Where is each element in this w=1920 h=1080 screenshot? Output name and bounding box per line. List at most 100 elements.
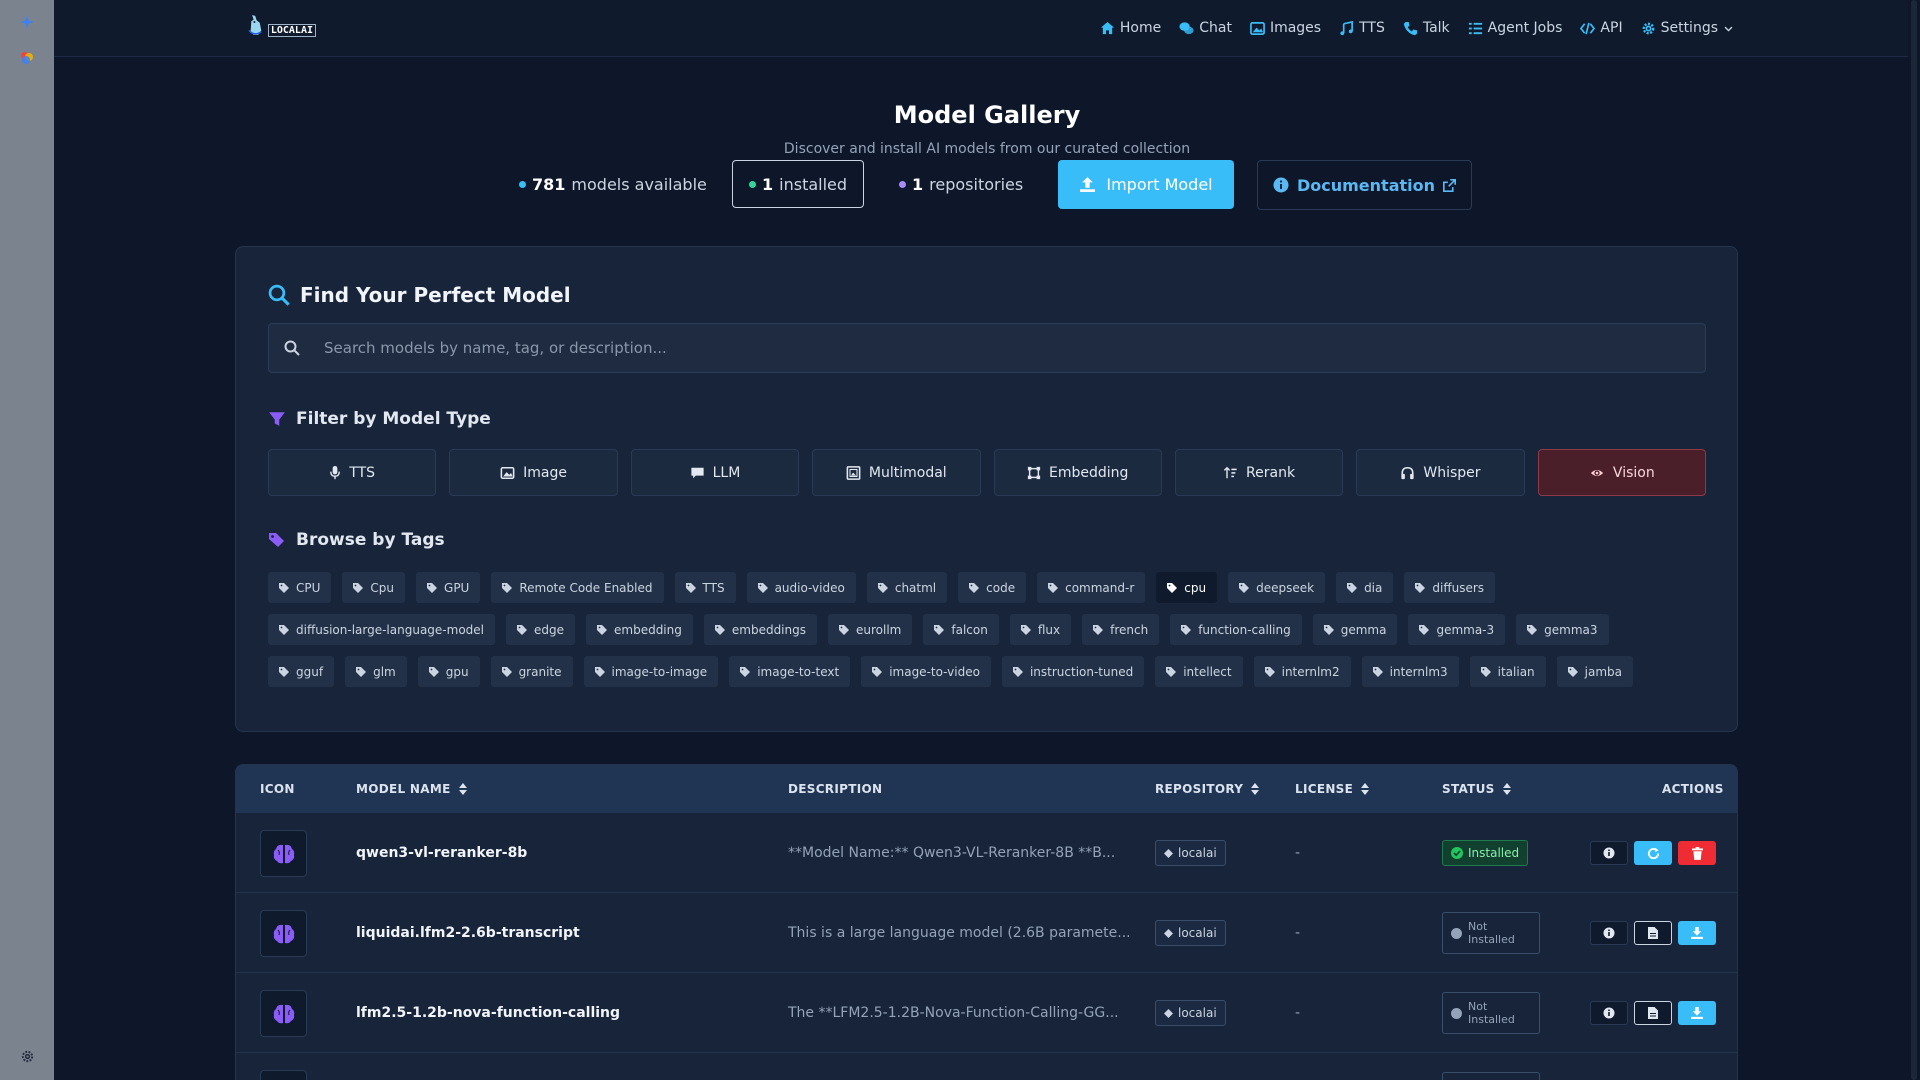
tag-item[interactable]: internlm2 bbox=[1253, 656, 1351, 687]
tag-item[interactable]: GPU bbox=[416, 572, 481, 603]
scrollbar-thumb[interactable] bbox=[1911, 0, 1917, 1080]
filter-image[interactable]: Image bbox=[449, 449, 618, 496]
tag-item[interactable]: diffusion-large-language-model bbox=[268, 614, 495, 645]
filter-vision[interactable]: Vision bbox=[1537, 449, 1706, 496]
nav-tts[interactable]: TTS bbox=[1339, 20, 1385, 36]
tag-item[interactable]: gemma3 bbox=[1516, 614, 1609, 645]
tag-item[interactable]: embedding bbox=[586, 614, 693, 645]
nav-tts-label: TTS bbox=[1359, 20, 1385, 36]
tag-item[interactable]: jamba bbox=[1556, 656, 1634, 687]
tag-item[interactable]: gemma-3 bbox=[1408, 614, 1506, 645]
tag-label: GPU bbox=[444, 580, 470, 595]
model-name[interactable]: qwen3-vl-reranker-8b bbox=[356, 845, 527, 861]
tag-label: gemma bbox=[1340, 622, 1387, 637]
tag-item[interactable]: deepseek bbox=[1228, 572, 1326, 603]
tag-item[interactable]: french bbox=[1082, 614, 1160, 645]
nav-talk[interactable]: Talk bbox=[1403, 20, 1450, 36]
filter-whisper[interactable]: Whisper bbox=[1356, 449, 1525, 496]
tag-item[interactable]: glm bbox=[345, 656, 407, 687]
nav-settings[interactable]: Settings bbox=[1641, 20, 1734, 36]
tag-item[interactable]: function-calling bbox=[1170, 614, 1302, 645]
tag-item[interactable]: TTS bbox=[674, 572, 736, 603]
tag-item[interactable]: image-to-video bbox=[861, 656, 991, 687]
tag-item[interactable]: gpu bbox=[417, 656, 480, 687]
tag-item[interactable]: image-to-image bbox=[583, 656, 719, 687]
tag-item[interactable]: Cpu bbox=[342, 572, 406, 603]
localai-logo[interactable]: LOCALAI bbox=[246, 8, 316, 40]
reinstall-button[interactable] bbox=[1634, 841, 1672, 865]
tag-item[interactable]: gemma bbox=[1312, 614, 1398, 645]
filter-llm[interactable]: LLM bbox=[630, 449, 800, 496]
import-model-button[interactable]: Import Model bbox=[1058, 160, 1234, 209]
col-status[interactable]: STATUS bbox=[1442, 782, 1511, 796]
model-name[interactable]: lfm2.5-1.2b-nova-function-calling bbox=[356, 1005, 620, 1021]
tag-item-highlighted[interactable]: cpu bbox=[1156, 572, 1218, 603]
col-repository[interactable]: REPOSITORY bbox=[1155, 782, 1260, 796]
tag-item[interactable]: CPU bbox=[268, 572, 332, 603]
tag-item[interactable]: image-to-text bbox=[729, 656, 851, 687]
tag-item[interactable]: dia bbox=[1336, 572, 1394, 603]
nav-agent-jobs[interactable]: Agent Jobs bbox=[1468, 20, 1562, 36]
tag-item[interactable]: internlm3 bbox=[1361, 656, 1459, 687]
tag-item[interactable]: granite bbox=[490, 656, 573, 687]
search-input[interactable] bbox=[324, 324, 1694, 372]
model-name[interactable]: liquidai.lfm2-2.6b-transcript bbox=[356, 925, 580, 941]
view-file-button[interactable] bbox=[1634, 921, 1672, 945]
tag-item[interactable]: code bbox=[958, 572, 1027, 603]
gear-icon[interactable] bbox=[17, 1046, 37, 1066]
tag-item[interactable]: flux bbox=[1009, 614, 1072, 645]
tag-item[interactable]: gguf bbox=[268, 656, 335, 687]
page-scrollbar[interactable] bbox=[1908, 0, 1920, 1080]
info-button[interactable] bbox=[1590, 921, 1628, 945]
nav-api[interactable]: API bbox=[1580, 20, 1623, 36]
info-button[interactable] bbox=[1590, 1001, 1628, 1025]
info-button[interactable] bbox=[1590, 841, 1628, 865]
tag-icon bbox=[594, 666, 605, 677]
filter-heading: Filter by Model Type bbox=[268, 409, 491, 429]
filter-embedding[interactable]: Embedding bbox=[993, 449, 1162, 496]
delete-button[interactable] bbox=[1678, 841, 1716, 865]
tag-item[interactable]: chatml bbox=[866, 572, 948, 603]
col-model-name[interactable]: MODEL NAME bbox=[356, 782, 467, 796]
view-file-button[interactable] bbox=[1634, 1001, 1672, 1025]
tag-item[interactable]: eurollm bbox=[828, 614, 913, 645]
models-label: models available bbox=[571, 174, 707, 194]
sort-icon bbox=[458, 783, 467, 795]
tag-item[interactable]: embeddings bbox=[703, 614, 817, 645]
filter-multimodal[interactable]: Multimodal bbox=[812, 449, 981, 496]
documentation-button[interactable]: Documentation bbox=[1257, 160, 1472, 210]
sort-icon bbox=[1251, 783, 1260, 795]
tag-label: CPU bbox=[296, 580, 321, 595]
photo-film-icon bbox=[846, 465, 861, 480]
installed-stat[interactable]: 1 installed bbox=[732, 160, 865, 208]
tag-item[interactable]: command-r bbox=[1037, 572, 1146, 603]
palette-icon[interactable] bbox=[17, 48, 37, 68]
tag-item[interactable]: edge bbox=[506, 614, 575, 645]
nav-images[interactable]: Images bbox=[1250, 20, 1321, 36]
nav-home[interactable]: Home bbox=[1100, 20, 1161, 36]
tag-item[interactable]: Remote Code Enabled bbox=[491, 572, 664, 603]
tag-icon bbox=[1020, 624, 1031, 635]
tag-icon bbox=[969, 582, 980, 593]
tag-item[interactable]: audio-video bbox=[746, 572, 856, 603]
tag-item[interactable]: instruction-tuned bbox=[1001, 656, 1145, 687]
tag-icon bbox=[1181, 624, 1192, 635]
tag-item[interactable]: intellect bbox=[1155, 656, 1243, 687]
sparkle-icon[interactable] bbox=[17, 12, 37, 32]
filter-tts[interactable]: TTS bbox=[268, 449, 437, 496]
top-navbar: LOCALAI Home Chat Images TTS Talk Agent … bbox=[54, 0, 1920, 57]
filter-rerank[interactable]: Rerank bbox=[1174, 449, 1344, 496]
tag-item[interactable]: diffusers bbox=[1404, 572, 1496, 603]
col-license[interactable]: LICENSE bbox=[1295, 782, 1370, 796]
status-badge-not-installed bbox=[1442, 1072, 1540, 1080]
nav-chat[interactable]: Chat bbox=[1179, 20, 1232, 36]
phone-icon bbox=[1403, 21, 1417, 35]
tag-item[interactable]: falcon bbox=[923, 614, 999, 645]
nav-images-label: Images bbox=[1269, 20, 1322, 36]
download-button[interactable] bbox=[1678, 921, 1716, 945]
download-icon bbox=[1691, 1007, 1703, 1019]
tag-item[interactable]: italian bbox=[1469, 656, 1546, 687]
status-label: Installed bbox=[1468, 846, 1520, 860]
download-button[interactable] bbox=[1678, 1001, 1716, 1025]
filter-image-label: Image bbox=[523, 464, 567, 481]
